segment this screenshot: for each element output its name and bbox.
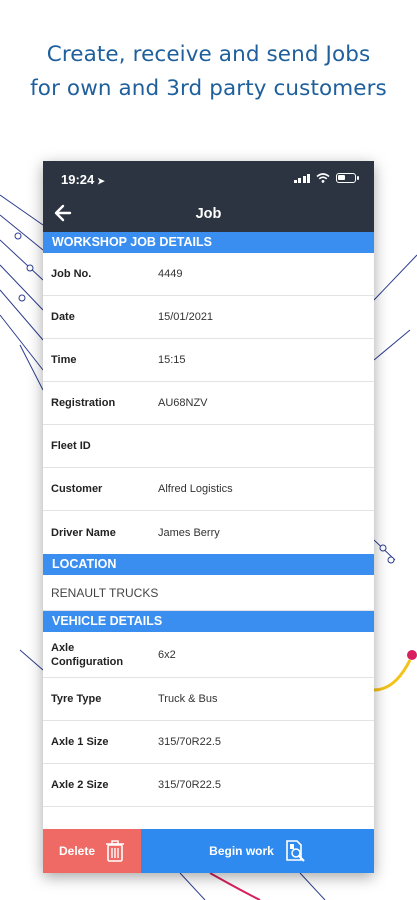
headline-line-1: Create, receive and send Jobs: [46, 42, 371, 67]
row-label: Axle Configuration: [51, 641, 124, 668]
row-value: Truck & Bus: [158, 693, 218, 705]
nav-bar: Job: [43, 196, 374, 232]
row-value: 4449: [158, 268, 183, 280]
begin-work-label: Begin work: [209, 844, 274, 858]
trash-icon: [106, 840, 125, 862]
detail-row-date: Date 15/01/2021: [43, 296, 374, 339]
phone-frame: 19:24 ➤ Job WORKSHOP JOB DETAILS Job No.…: [43, 161, 374, 873]
row-label: Time: [51, 354, 77, 366]
detail-row-fleet-id: Fleet ID: [43, 425, 374, 468]
row-value: 15:15: [158, 354, 186, 366]
section-header-location: LOCATION: [43, 554, 374, 575]
row-label: Date: [51, 311, 75, 323]
row-value: 315/70R22.5: [158, 779, 221, 791]
begin-work-button[interactable]: Begin work: [141, 829, 374, 873]
row-label: Registration: [51, 397, 116, 409]
wifi-icon: [316, 173, 330, 183]
row-label: Fleet ID: [51, 440, 91, 452]
detail-row-driver-name: Driver Name James Berry: [43, 511, 374, 554]
location-value: RENAULT TRUCKS: [43, 575, 374, 611]
row-value: James Berry: [158, 526, 220, 539]
row-label: Axle 1 Size: [51, 736, 109, 748]
row-label: Axle 2 Size: [51, 779, 109, 791]
row-value: 15/01/2021: [158, 311, 214, 323]
action-footer: Delete Begin work: [43, 829, 374, 873]
row-label: Customer: [51, 483, 103, 495]
document-search-icon: [286, 840, 305, 862]
status-time: 19:24 ➤: [61, 172, 105, 187]
detail-row-job-no: Job No. 4449: [43, 253, 374, 296]
row-label: Driver Name: [51, 526, 116, 539]
headline: Create, receive and send Jobs for own an…: [0, 38, 417, 106]
row-value: 6x2: [158, 648, 176, 661]
row-label: Tyre Type: [51, 693, 102, 705]
detail-row-axle-1-size: Axle 1 Size 315/70R22.5: [43, 721, 374, 764]
signal-icon: [293, 173, 310, 183]
row-label: Job No.: [51, 268, 92, 280]
detail-row-time: Time 15:15: [43, 339, 374, 382]
page-title: Job: [195, 206, 222, 222]
delete-button[interactable]: Delete: [43, 829, 141, 873]
row-value: 315/70R22.5: [158, 736, 221, 748]
status-bar: 19:24 ➤: [43, 161, 374, 196]
detail-row-axle-configuration: Axle Configuration 6x2: [43, 632, 374, 678]
battery-icon: [336, 173, 359, 183]
headline-line-2: for own and 3rd party customers: [30, 76, 387, 101]
delete-label: Delete: [58, 844, 96, 858]
section-header-vehicle: VEHICLE DETAILS: [43, 611, 374, 632]
row-value: Alfred Logistics: [158, 483, 233, 495]
location-arrow-icon: ➤: [97, 176, 105, 186]
app-store-screenshot: Create, receive and send Jobs for own an…: [0, 0, 417, 900]
detail-row-registration: Registration AU68NZV: [43, 382, 374, 425]
detail-row-axle-2-size: Axle 2 Size 315/70R22.5: [43, 764, 374, 807]
row-value: AU68NZV: [158, 397, 208, 409]
status-icons: [293, 173, 359, 183]
detail-row-tyre-type: Tyre Type Truck & Bus: [43, 678, 374, 721]
detail-row-customer: Customer Alfred Logistics: [43, 468, 374, 511]
section-header-workshop: WORKSHOP JOB DETAILS: [43, 232, 374, 253]
